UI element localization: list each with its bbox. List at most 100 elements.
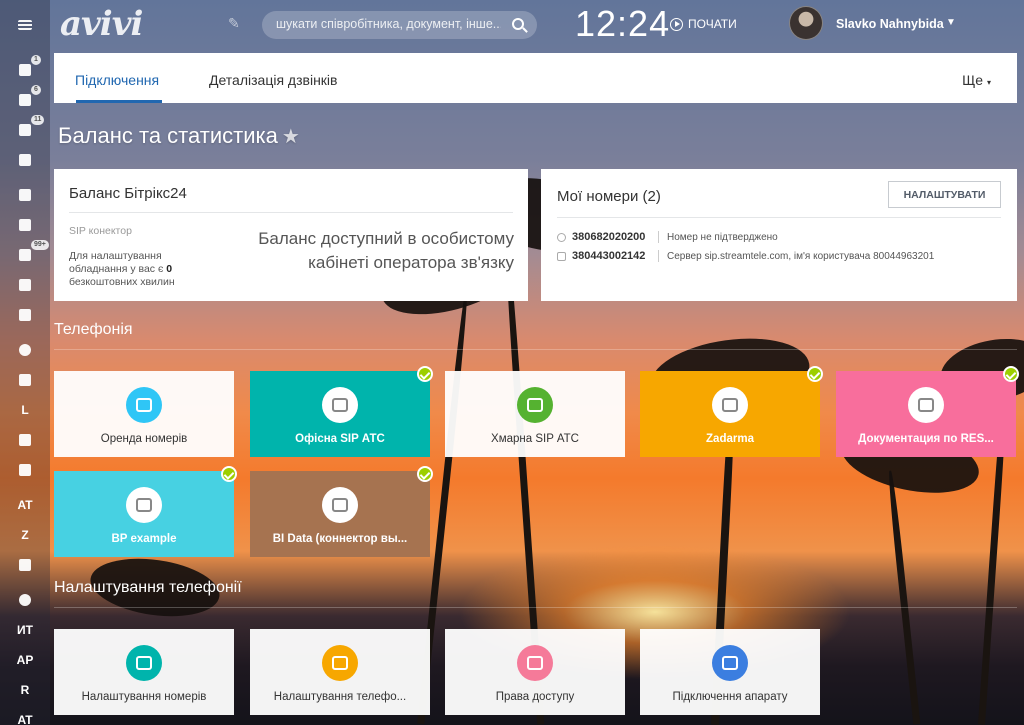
- check-icon: [1003, 366, 1019, 382]
- app-tile[interactable]: Налаштування номерів: [54, 629, 234, 715]
- box-icon: [527, 398, 543, 412]
- tile-icon: [126, 487, 162, 523]
- app-tile[interactable]: Права доступу: [445, 629, 625, 715]
- app-tile[interactable]: BP example: [54, 466, 237, 557]
- window-icon-button[interactable]: [0, 275, 50, 295]
- box-icon: [722, 656, 738, 670]
- tile-icon: [517, 645, 553, 681]
- counter-badge: 6: [31, 85, 41, 95]
- sidebar-item-label: L: [21, 403, 29, 417]
- chevron-down-icon[interactable]: ▼: [946, 17, 956, 28]
- calendar-icon: [19, 189, 31, 201]
- tasks-icon-button[interactable]: 6: [0, 85, 50, 110]
- sidebar-item-label: Z: [21, 528, 29, 542]
- menu-icon-button[interactable]: [0, 15, 50, 35]
- separator: [658, 250, 659, 262]
- counter-badge: 11: [31, 115, 45, 125]
- pencil-icon[interactable]: ✎: [228, 15, 240, 32]
- feed-icon: [19, 64, 31, 76]
- user-name[interactable]: Slavko Nahnybida: [836, 17, 944, 31]
- grid-icon-button[interactable]: [0, 460, 50, 480]
- app-tile[interactable]: Налаштування телефо...: [250, 629, 430, 715]
- app-tile[interactable]: Оренда номерів: [54, 371, 234, 457]
- page-title-text: Баланс та статистика: [58, 123, 278, 148]
- cart-icon-button[interactable]: [0, 430, 50, 450]
- drive-icon: [19, 154, 31, 166]
- menu-icon: [18, 20, 32, 30]
- sidebar-item-z[interactable]: Z: [0, 525, 50, 545]
- pie-icon-button[interactable]: [0, 590, 50, 610]
- start-workday-button[interactable]: ПОЧАТИ: [670, 17, 737, 31]
- filter-icon-button[interactable]: 99+: [0, 240, 50, 265]
- sidebar-item-ap[interactable]: AP: [0, 650, 50, 670]
- app-tile[interactable]: Підключення апарату: [640, 629, 820, 715]
- calendar-icon-button[interactable]: [0, 185, 50, 205]
- my-numbers-card: Мої номери (2) НАЛАШТУВАТИ 380682020200 …: [541, 169, 1017, 301]
- search-icon[interactable]: [512, 18, 524, 30]
- check-icon: [807, 366, 823, 382]
- tile-label: Налаштування телефо...: [273, 691, 407, 703]
- app-tile[interactable]: Хмарна SIP АТС: [445, 371, 625, 457]
- app-tile[interactable]: BI Data (коннектор вы...: [250, 466, 433, 557]
- counter-badge: 99+: [31, 240, 49, 250]
- chat-icon: [19, 124, 31, 136]
- more-menu-button[interactable]: Ще ▾: [962, 72, 991, 88]
- sidebar-item-label: AT: [17, 713, 33, 725]
- tile-icon: [126, 645, 162, 681]
- phone-number[interactable]: 380682020200: [572, 231, 658, 243]
- clock-icon-button[interactable]: [0, 340, 50, 360]
- telephony-section-title: Телефонія: [54, 321, 133, 338]
- tile-label: Документация по RES...: [858, 433, 994, 445]
- clock[interactable]: 12:24: [575, 3, 670, 45]
- divider: [69, 212, 513, 213]
- section-divider: [54, 607, 1017, 608]
- sidebar-item-at[interactable]: AT: [0, 495, 50, 515]
- star-icon[interactable]: ★: [282, 126, 300, 148]
- balance-card: Баланс Бітрікс24 SIP конектор Для налашт…: [54, 169, 528, 301]
- phone-number[interactable]: 380443002142: [572, 250, 658, 262]
- filter-icon: [19, 249, 31, 261]
- contact-card-icon-button[interactable]: [0, 370, 50, 390]
- box-icon: [136, 656, 152, 670]
- tab-connection[interactable]: Підключення: [75, 72, 159, 88]
- setup-button[interactable]: НАЛАШТУВАТИ: [888, 181, 1001, 208]
- app-tile[interactable]: Документация по RES...: [836, 366, 1019, 457]
- chat-icon-button[interactable]: 11: [0, 115, 50, 140]
- app-tile[interactable]: Офісна SIP АТС: [250, 366, 433, 457]
- search-input[interactable]: [276, 17, 501, 31]
- tile-label: Налаштування номерів: [81, 691, 207, 703]
- sidebar-item-l[interactable]: L: [0, 400, 50, 420]
- drive-icon-button[interactable]: [0, 150, 50, 170]
- tile-label: Zadarma: [706, 433, 754, 445]
- mail-icon: [19, 219, 31, 231]
- tile-label: BI Data (коннектор вы...: [272, 533, 408, 545]
- balance-title: Баланс Бітрікс24: [69, 185, 187, 202]
- app-tile[interactable]: Zadarma: [640, 366, 823, 457]
- free-minutes-count: 0: [166, 263, 173, 275]
- avatar[interactable]: [789, 6, 823, 40]
- logo[interactable]: avivi: [60, 4, 143, 44]
- sidebar-item-at2[interactable]: AT: [0, 710, 50, 725]
- users-icon-button[interactable]: [0, 305, 50, 325]
- active-tab-indicator: [76, 100, 162, 103]
- link-icon: [557, 232, 566, 242]
- tile-label: Оренда номерів: [100, 433, 188, 445]
- box-icon: [918, 398, 934, 412]
- left-sidebar: 1 6 11 99+ L AT Z ИТ AP R AT: [0, 0, 50, 725]
- tile-icon: [322, 387, 358, 423]
- search-box[interactable]: [262, 11, 537, 39]
- analytics-icon-button[interactable]: [0, 555, 50, 575]
- pie-icon: [19, 594, 31, 606]
- mail-icon-button[interactable]: [0, 215, 50, 235]
- tab-call-details[interactable]: Деталізація дзвінків: [209, 72, 337, 88]
- sidebar-item-r[interactable]: R: [0, 680, 50, 700]
- separator: [658, 231, 659, 243]
- tile-icon: [908, 387, 944, 423]
- feed-icon-button[interactable]: 1: [0, 55, 50, 80]
- tile-label: Підключення апарату: [672, 691, 788, 703]
- tile-icon: [322, 487, 358, 523]
- my-numbers-title: Мої номери (2): [557, 188, 661, 205]
- sidebar-item-it[interactable]: ИТ: [0, 620, 50, 640]
- tile-label: BP example: [111, 533, 177, 545]
- check-icon: [417, 366, 433, 382]
